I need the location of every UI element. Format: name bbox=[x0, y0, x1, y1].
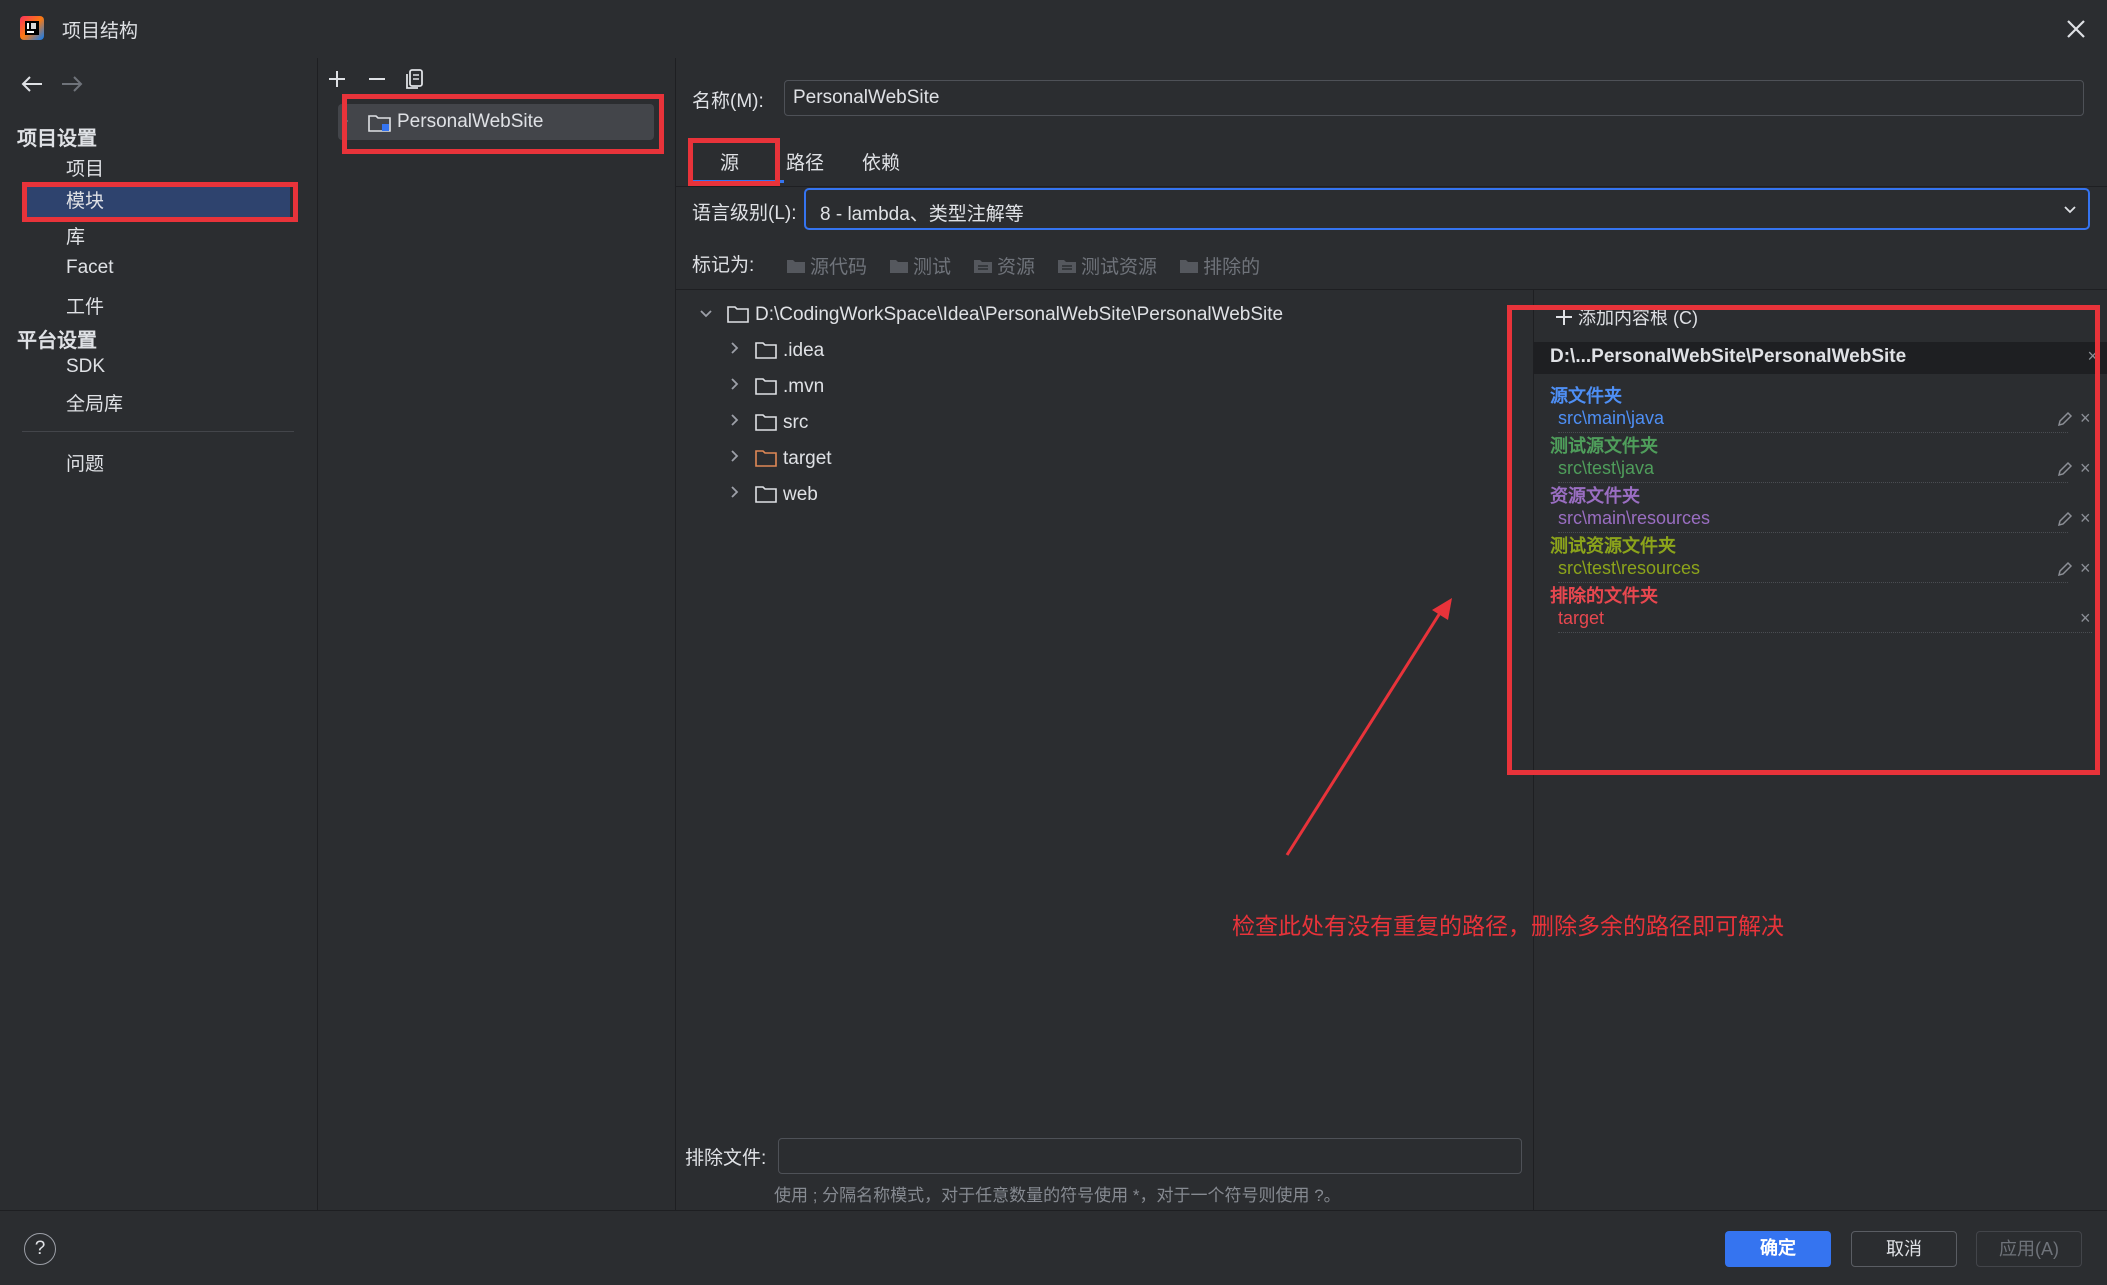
mark-test-resources-button[interactable]: 测试资源 bbox=[1057, 252, 1157, 279]
name-field[interactable]: PersonalWebSite bbox=[784, 80, 2084, 116]
help-icon[interactable]: ? bbox=[24, 1233, 56, 1265]
folder-icon bbox=[787, 259, 805, 273]
nav-item-facet[interactable]: Facet bbox=[66, 257, 114, 279]
annotation-box-roots bbox=[1507, 305, 2100, 775]
chevron-right-icon[interactable] bbox=[726, 484, 742, 500]
chevron-down-icon bbox=[2062, 201, 2078, 217]
name-label: 名称(M): bbox=[692, 91, 764, 112]
close-icon[interactable] bbox=[2063, 16, 2089, 42]
back-arrow-icon[interactable] bbox=[20, 74, 44, 94]
test-resources-folder-icon bbox=[1058, 259, 1077, 273]
chevron-right-icon[interactable] bbox=[726, 340, 742, 356]
tree-root-path[interactable]: D:\CodingWorkSpace\Idea\PersonalWebSite\… bbox=[755, 304, 1283, 326]
annotation-arrow bbox=[1280, 590, 1460, 860]
language-level-select[interactable]: 8 - lambda、类型注解等 bbox=[804, 188, 2090, 230]
mark-tests-label: 测试 bbox=[913, 257, 952, 278]
folder-icon bbox=[755, 377, 777, 395]
mark-sources-button[interactable]: 源代码 bbox=[786, 252, 867, 279]
nav-item-global-libraries[interactable]: 全局库 bbox=[66, 389, 123, 416]
chevron-down-icon[interactable] bbox=[698, 306, 714, 322]
nav-item-project[interactable]: 项目 bbox=[66, 154, 104, 181]
tree-item-web[interactable]: web bbox=[783, 484, 818, 506]
chevron-right-icon[interactable] bbox=[726, 448, 742, 464]
name-field-value: PersonalWebSite bbox=[793, 87, 940, 108]
folder-icon bbox=[755, 413, 777, 431]
tab-dependencies[interactable]: 依赖 bbox=[862, 148, 900, 175]
nav-item-sdk[interactable]: SDK bbox=[66, 356, 105, 378]
annotation-box-modules bbox=[22, 182, 298, 222]
tree-item-src[interactable]: src bbox=[783, 412, 808, 434]
remove-icon[interactable] bbox=[366, 68, 388, 90]
folder-icon bbox=[727, 305, 749, 323]
annotation-box-tab bbox=[688, 138, 780, 186]
tabs-divider bbox=[676, 186, 2107, 187]
annotation-box-module bbox=[342, 94, 664, 154]
tree-item-target[interactable]: target bbox=[783, 448, 832, 470]
mark-excluded-button[interactable]: 排除的 bbox=[1179, 252, 1260, 279]
folder-icon bbox=[890, 259, 909, 273]
mark-excluded-label: 排除的 bbox=[1203, 257, 1261, 278]
mark-test-resources-label: 测试资源 bbox=[1081, 257, 1158, 278]
folder-icon bbox=[755, 485, 777, 503]
mark-sources-label: 源代码 bbox=[810, 257, 868, 278]
annotation-text: 检查此处有没有重复的路径，删除多余的路径即可解决 bbox=[1232, 913, 1784, 939]
resources-folder-icon bbox=[974, 259, 993, 273]
mark-tests-button[interactable]: 测试 bbox=[889, 252, 951, 279]
mark-as-label: 标记为: bbox=[692, 255, 755, 276]
excluded-folder-icon bbox=[1180, 259, 1199, 273]
nav-item-libraries[interactable]: 库 bbox=[66, 222, 85, 249]
module-list-panel: › PersonalWebSite bbox=[318, 58, 676, 1210]
add-icon[interactable] bbox=[326, 68, 348, 90]
tree-item-idea[interactable]: .idea bbox=[783, 340, 824, 362]
window-title: 项目结构 bbox=[62, 21, 139, 42]
exclude-files-hint: 使用 ; 分隔名称模式，对于任意数量的符号使用 *，对于一个符号则使用 ?。 bbox=[774, 1186, 1341, 1205]
apply-button[interactable]: 应用(A) bbox=[1976, 1231, 2082, 1267]
nav-divider bbox=[22, 431, 294, 432]
copy-icon[interactable] bbox=[404, 67, 426, 91]
nav-header-project-settings: 项目设置 bbox=[17, 128, 97, 150]
tree-item-mvn[interactable]: .mvn bbox=[783, 376, 824, 398]
exclude-files-label: 排除文件: bbox=[685, 1148, 767, 1169]
chevron-right-icon[interactable] bbox=[726, 376, 742, 392]
mark-as-toolbar: 源代码 测试 资源 测试资源 排除的 bbox=[786, 252, 1260, 279]
nav-header-platform-settings: 平台设置 bbox=[17, 330, 97, 352]
mark-resources-button[interactable]: 资源 bbox=[973, 252, 1035, 279]
exclude-files-input[interactable] bbox=[778, 1138, 1522, 1174]
intellij-logo-icon bbox=[18, 14, 46, 42]
title-bar: 项目结构 bbox=[0, 0, 2107, 59]
language-level-label: 语言级别(L): bbox=[692, 203, 797, 224]
nav-item-artifacts[interactable]: 工件 bbox=[66, 292, 104, 319]
language-level-value: 8 - lambda、类型注解等 bbox=[820, 204, 1024, 225]
mark-resources-label: 资源 bbox=[997, 257, 1036, 278]
forward-arrow-icon[interactable] bbox=[60, 74, 84, 94]
ok-button[interactable]: 确定 bbox=[1725, 1231, 1831, 1267]
tab-paths[interactable]: 路径 bbox=[786, 148, 824, 175]
cancel-button[interactable]: 取消 bbox=[1851, 1231, 1957, 1267]
settings-nav: 项目设置 项目 模块 库 Facet 工件 平台设置 SDK 全局库 问题 bbox=[0, 58, 318, 1210]
dialog-footer: ? 确定 取消 应用(A) bbox=[0, 1210, 2107, 1285]
folder-icon bbox=[755, 341, 777, 359]
nav-item-problems[interactable]: 问题 bbox=[66, 449, 104, 476]
excluded-folder-icon bbox=[755, 449, 777, 467]
chevron-right-icon[interactable] bbox=[726, 412, 742, 428]
